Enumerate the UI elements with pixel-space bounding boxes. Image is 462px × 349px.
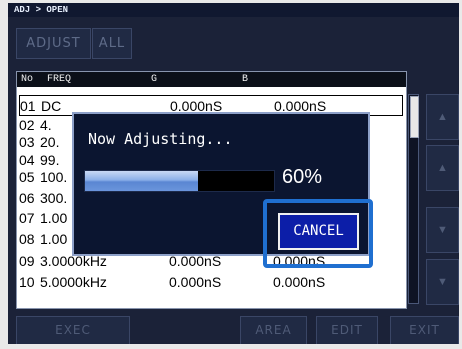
header-freq: FREQ xyxy=(47,74,72,85)
scroll-down-fast-button[interactable]: ▼ xyxy=(426,259,459,305)
row-no: 07 xyxy=(19,210,35,226)
exec-button[interactable]: EXEC xyxy=(16,316,130,344)
all-button[interactable]: ALL xyxy=(92,28,132,59)
cancel-button[interactable]: CANCEL xyxy=(278,213,359,250)
row-b: 0.000nS xyxy=(273,274,326,290)
progress-fill xyxy=(85,171,199,191)
row-g: 0.000nS xyxy=(169,274,222,290)
header-no: No xyxy=(21,74,34,85)
row-freq: 5.0000kHz xyxy=(40,274,107,290)
edit-button[interactable]: EDIT xyxy=(316,316,378,344)
row-no: 08 xyxy=(19,231,35,247)
row-no: 09 xyxy=(19,253,35,269)
scroll-up-fast-button[interactable]: ▲ xyxy=(426,94,459,140)
breadcrumb: ADJ > OPEN xyxy=(8,3,459,17)
progress-bar xyxy=(84,170,275,192)
area-button[interactable]: AREA xyxy=(240,316,307,344)
chevron-down-icon: ▼ xyxy=(437,276,448,288)
table-scrollbar[interactable] xyxy=(408,94,419,304)
table-row[interactable]: 10 5.0000kHz 0.000nS 0.000nS xyxy=(19,272,403,293)
row-freq: 300. xyxy=(40,190,68,206)
exit-button[interactable]: EXIT xyxy=(390,316,459,344)
chevron-up-icon: ▲ xyxy=(437,162,448,174)
row-no: 05 xyxy=(19,169,35,185)
dialog-title: Now Adjusting... xyxy=(88,130,233,148)
header-b: B xyxy=(242,74,249,85)
row-no: 06 xyxy=(19,190,35,206)
row-no: 10 xyxy=(19,274,35,290)
scrollbar-thumb[interactable] xyxy=(410,96,419,138)
row-freq: 1.00 xyxy=(40,210,68,226)
row-freq: 1.00 xyxy=(40,231,68,247)
table-header: No FREQ G B xyxy=(17,72,406,87)
progress-text: 60% xyxy=(282,166,323,188)
scroll-up-button[interactable]: ▲ xyxy=(426,145,459,191)
scroll-down-button[interactable]: ▼ xyxy=(426,207,459,253)
row-freq: 100. xyxy=(40,169,68,185)
chevron-up-icon: ▲ xyxy=(437,111,448,123)
chevron-down-icon: ▼ xyxy=(437,224,448,236)
header-g: G xyxy=(151,74,158,85)
cancel-highlight: CANCEL xyxy=(263,199,373,268)
adjust-button[interactable]: ADJUST xyxy=(16,28,91,59)
row-no: 01 xyxy=(20,98,36,114)
row-freq: DC xyxy=(41,98,62,114)
